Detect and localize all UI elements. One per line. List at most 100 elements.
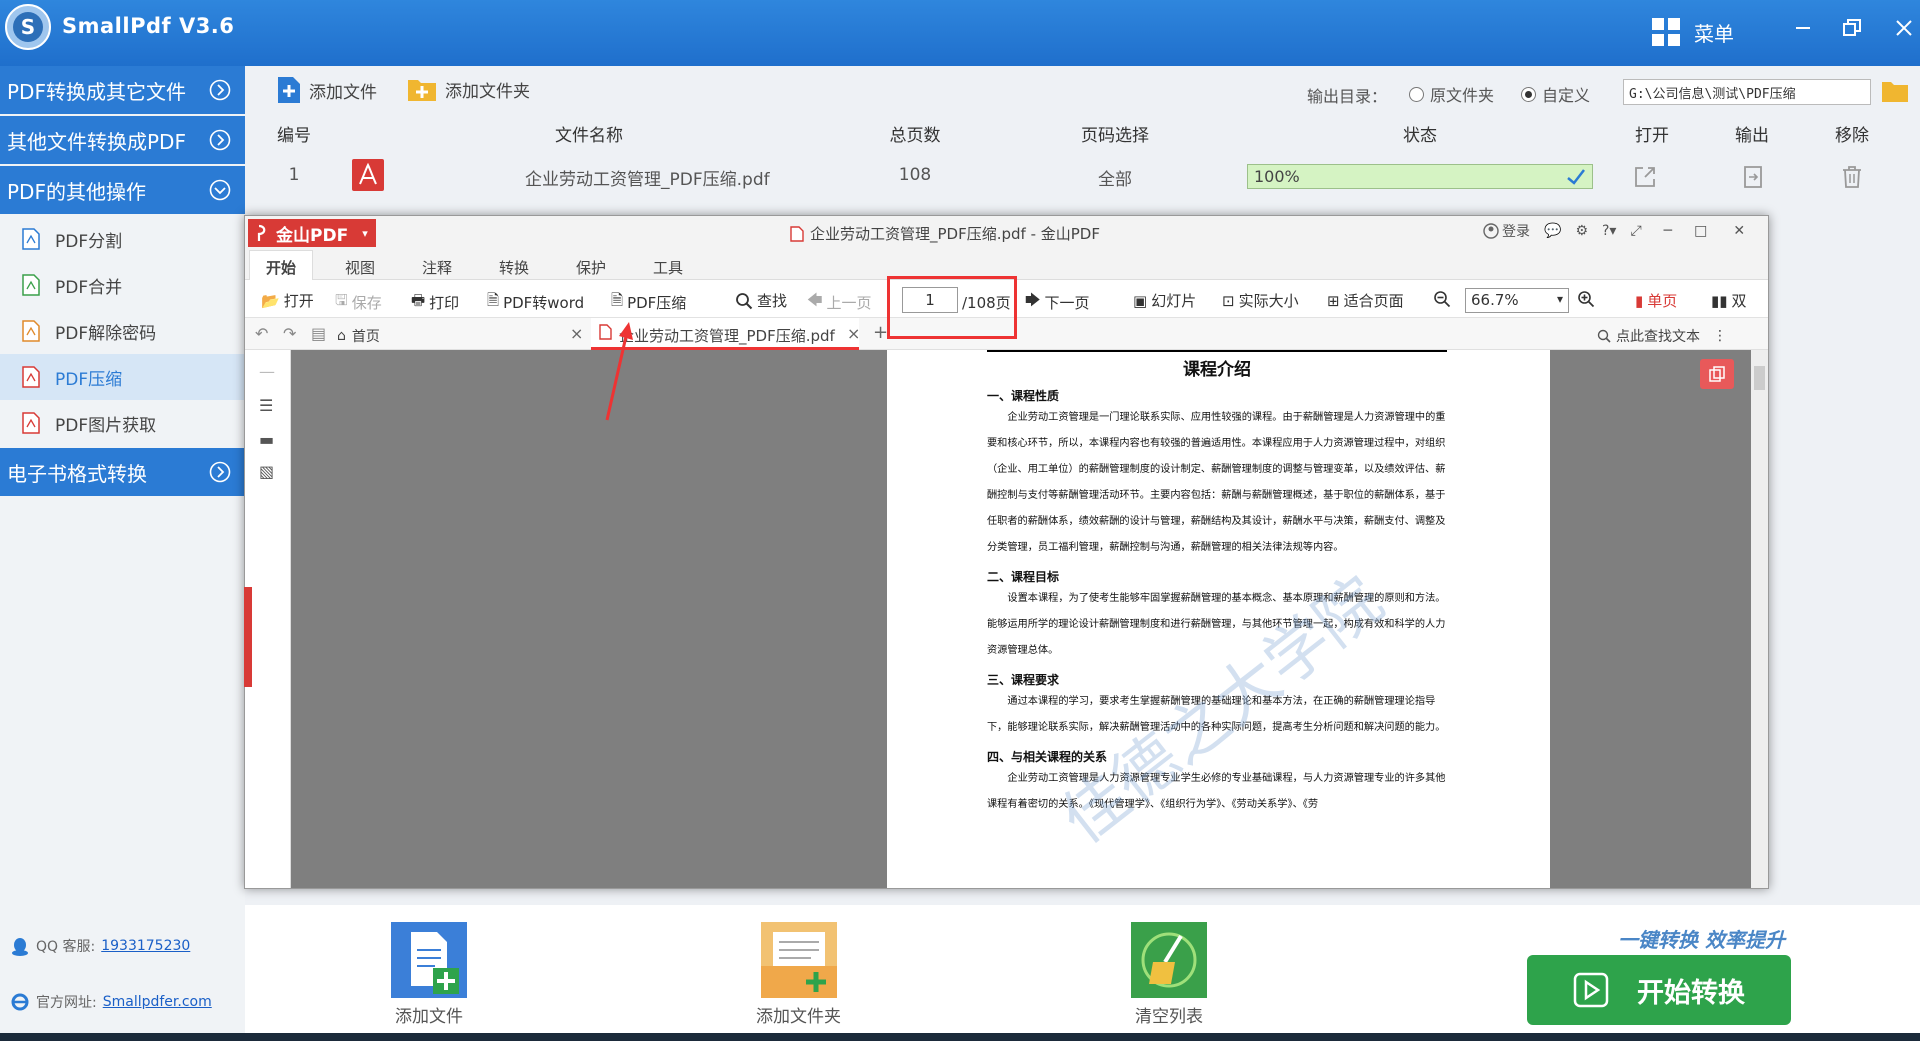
browse-folder-button[interactable] [1881, 79, 1909, 103]
tab-start[interactable]: 开始 [249, 250, 314, 281]
zoom-in-button[interactable] [1577, 290, 1595, 308]
start-convert-button[interactable]: 开始转换 [1527, 955, 1791, 1025]
close-icon[interactable]: ✕ [1733, 223, 1745, 239]
table-row[interactable]: 1 企业劳动工资管理_PDF压缩.pdf 108 全部 [245, 152, 1920, 202]
save-button[interactable]: 🖫 保存 [335, 290, 382, 315]
sidebar-item-pdf-unlock[interactable]: PDF解除密码 [0, 308, 245, 354]
side-collapse-tab[interactable] [244, 587, 252, 687]
sidebar-item-pdf-image-extract[interactable]: PDF图片获取 [0, 400, 245, 446]
fit-page-label: 适合页面 [1343, 292, 1404, 310]
help-icon[interactable]: ?▾ [1602, 223, 1616, 239]
category-label: PDF的其他操作 [7, 179, 146, 204]
export-icon [1744, 166, 1762, 188]
sidebar-category-pdf-to-other[interactable]: PDF转换成其它文件 [0, 66, 245, 114]
doc-paragraph: 企业劳动工资管理是一门理论联系实际、应用性较强的课程。由于薪酬管理是人力资源管理… [987, 412, 1446, 553]
minimize-button[interactable] [1781, 10, 1825, 46]
radio-custom-folder[interactable]: 自定义 [1521, 82, 1590, 106]
close-button[interactable] [1882, 10, 1920, 46]
wps-title-text: 企业劳动工资管理_PDF压缩.pdf - 金山PDF [810, 225, 1100, 243]
outline-icon[interactable]: ☰ [259, 396, 273, 415]
prev-page-button[interactable]: 🡄 上一页 [807, 290, 872, 315]
zoom-out-button[interactable] [1433, 290, 1451, 308]
minimize-icon[interactable]: ─ [1664, 223, 1672, 239]
vertical-scrollbar[interactable] [1751, 350, 1768, 888]
new-tab-icon[interactable]: + [873, 322, 888, 343]
tab-tools[interactable]: 工具 [653, 257, 683, 278]
pdf-file-icon [352, 159, 384, 191]
add-folder-button[interactable]: 添加文件夹 [407, 76, 530, 102]
home-tab[interactable]: ⌂ 首页 [337, 326, 380, 346]
close-tab-icon[interactable]: × [847, 324, 860, 343]
find-button[interactable]: 查找 [735, 290, 787, 311]
tab-annotate[interactable]: 注释 [422, 257, 452, 278]
pdf-compress-button[interactable]: 🗎 PDF压缩 [611, 290, 686, 315]
undo-icon[interactable]: ↶ [255, 324, 268, 343]
print-label: 打印 [429, 294, 460, 312]
sidebar-item-label: PDF解除密码 [55, 323, 157, 344]
add-folder-big-button[interactable]: 添加文件夹 [756, 922, 841, 1027]
actual-size-icon: ⊡ [1222, 291, 1235, 310]
sidebar-item-pdf-compress[interactable]: PDF压缩 [0, 354, 245, 400]
compress-icon: 🗎 [611, 291, 624, 309]
actual-size-button[interactable]: ⊡ 实际大小 [1222, 290, 1299, 311]
pdf-to-word-button[interactable]: 🗎 PDF转word [487, 290, 584, 315]
double-page-button[interactable]: ▮▮ 双 [1711, 290, 1747, 311]
fullscreen-icon[interactable]: ⤢ [1630, 223, 1641, 239]
redo-icon[interactable]: ↷ [283, 324, 296, 343]
restore-button[interactable] [1830, 10, 1874, 46]
comment-icon[interactable]: ▬ [259, 430, 274, 449]
maximize-icon[interactable]: □ [1694, 223, 1707, 239]
column-header-index: 编号 [277, 126, 311, 146]
output-path-field[interactable]: G:\公司信息\测试\PDF压缩 [1623, 79, 1871, 105]
sidebar-item-pdf-split[interactable]: PDF分割 [0, 216, 245, 262]
chevron-right-icon [209, 461, 231, 483]
pdf-file-icon [790, 225, 804, 242]
close-tab-icon[interactable]: × [570, 324, 583, 343]
wps-brand-button[interactable]: 金山PDF ▾ [248, 219, 376, 247]
more-icon[interactable]: ⋮ [1713, 328, 1727, 344]
copy-icon [1709, 366, 1725, 382]
play-icon [1573, 972, 1609, 1008]
single-page-button[interactable]: ▮ 单页 [1635, 290, 1677, 311]
add-file-label: 添加文件 [309, 82, 377, 103]
home-tab-label: 首页 [351, 329, 380, 345]
settings-gear-icon[interactable]: ⚙ [1575, 223, 1588, 239]
open-button[interactable]: 📂 打开 [261, 290, 314, 311]
next-page-button[interactable]: 🡆 下一页 [1025, 290, 1090, 315]
add-file-button[interactable]: 添加文件 [277, 76, 377, 104]
radio-indicator [1409, 86, 1424, 102]
sidebar-category-ebook-convert[interactable]: 电子书格式转换 [0, 448, 245, 496]
clear-list-button[interactable]: 清空列表 [1131, 922, 1207, 1027]
menu-button[interactable]: 菜单 [1652, 12, 1734, 52]
support-qq-link[interactable]: 1933175230 [101, 938, 190, 954]
remove-file-button[interactable] [1842, 165, 1862, 189]
attachment-icon[interactable]: ▧ [259, 462, 274, 481]
website-link[interactable]: Smallpdfer.com [103, 994, 212, 1010]
user-icon [1483, 223, 1499, 239]
tab-protect[interactable]: 保护 [576, 257, 606, 278]
print-button[interactable]: 🖶 打印 [411, 290, 459, 315]
add-file-big-button[interactable]: 添加文件 [391, 922, 467, 1027]
pdf-to-word-label: PDF转word [503, 294, 585, 312]
scrollbar-thumb[interactable] [1754, 366, 1765, 390]
sidebar-item-pdf-merge[interactable]: PDF合并 [0, 262, 245, 308]
column-header-remove: 移除 [1835, 126, 1869, 146]
float-tool-button[interactable] [1700, 359, 1734, 389]
output-file-button[interactable] [1743, 165, 1763, 189]
sidebar-category-other-to-pdf[interactable]: 其他文件转换成PDF [0, 116, 245, 164]
login-button[interactable]: 登录 [1483, 221, 1530, 241]
slideshow-icon: ▣ [1133, 291, 1148, 310]
save-small-icon[interactable]: ▤ [311, 324, 326, 343]
zoom-select[interactable]: 66.7% ▾ [1465, 288, 1569, 313]
open-file-button[interactable] [1633, 165, 1657, 189]
message-icon[interactable]: 💬 [1544, 223, 1561, 239]
folder-icon [1882, 82, 1908, 102]
radio-source-folder[interactable]: 原文件夹 [1409, 82, 1494, 106]
find-text-button[interactable]: 点此查找文本 ⋮ [1597, 326, 1727, 346]
slideshow-button[interactable]: ▣ 幻灯片 [1133, 290, 1196, 311]
thumbnail-icon[interactable]: — [259, 362, 275, 381]
tab-view[interactable]: 视图 [345, 257, 375, 278]
sidebar-category-pdf-other-ops[interactable]: PDF的其他操作 [0, 166, 245, 214]
fit-page-button[interactable]: ⊞ 适合页面 [1327, 290, 1404, 311]
tab-convert[interactable]: 转换 [499, 257, 529, 278]
